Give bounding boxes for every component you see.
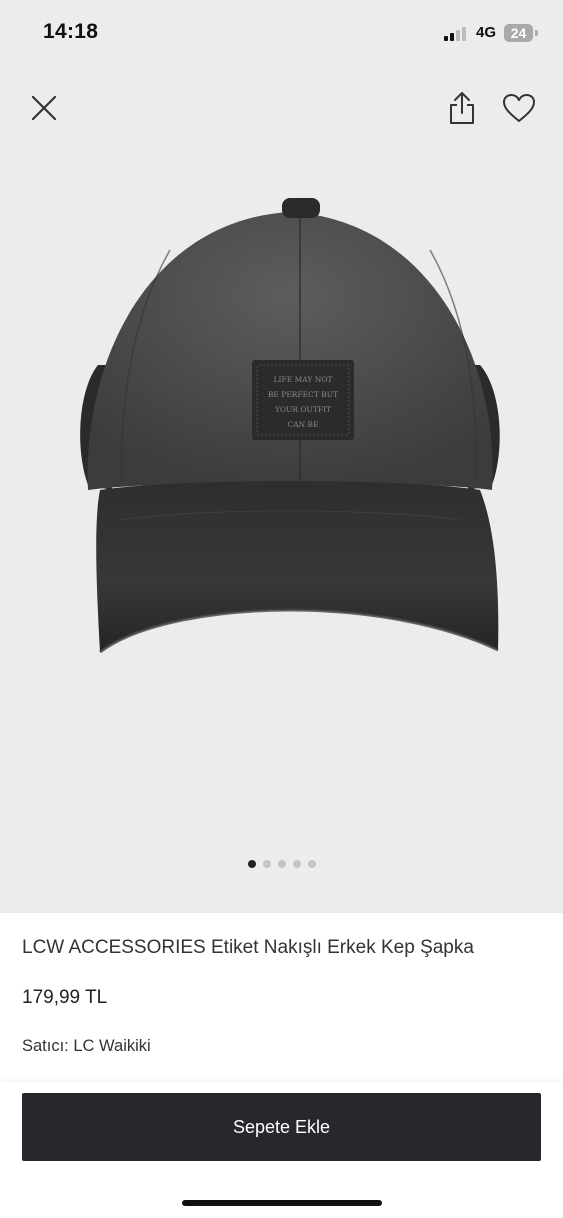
close-icon: [31, 95, 57, 121]
seller-name[interactable]: LC Waikiki: [73, 1037, 150, 1055]
share-icon: [450, 92, 474, 124]
cap-button: [282, 198, 320, 218]
product-title: LCW ACCESSORIES Etiket Nakışlı Erkek Kep…: [22, 937, 474, 958]
product-image[interactable]: LIFE MAY NOT BE PERFECT BUT YOUR OUTFIT …: [60, 190, 520, 680]
carousel-dot[interactable]: [277, 860, 286, 868]
home-indicator[interactable]: [182, 1200, 382, 1206]
add-to-cart-button[interactable]: Sepete Ekle: [22, 1093, 541, 1161]
heart-icon: [503, 94, 535, 122]
carousel-indicator: [0, 860, 563, 872]
battery-icon: 24: [504, 24, 533, 42]
carousel-dot[interactable]: [247, 860, 256, 868]
bottom-action-bar: Sepete Ekle: [0, 1082, 563, 1218]
svg-text:YOUR OUTFIT: YOUR OUTFIT: [274, 405, 331, 414]
svg-text:BE PERFECT BUT: BE PERFECT BUT: [268, 390, 338, 399]
seller-info: Satıcı: LC Waikiki: [22, 1037, 151, 1056]
product-image-gallery[interactable]: LIFE MAY NOT BE PERFECT BUT YOUR OUTFIT …: [0, 0, 563, 913]
battery-cap: [535, 30, 538, 36]
svg-text:CAN BE: CAN BE: [287, 420, 318, 429]
signal-icon: [444, 27, 470, 41]
carousel-dot[interactable]: [307, 860, 316, 868]
status-bar: 14:18 4G 24: [0, 0, 563, 70]
share-button[interactable]: [444, 88, 480, 128]
close-button[interactable]: [26, 90, 62, 126]
status-time: 14:18: [43, 20, 99, 43]
carousel-dot[interactable]: [292, 860, 301, 868]
favorite-button[interactable]: [500, 90, 538, 126]
carousel-dot[interactable]: [262, 860, 271, 868]
svg-text:LIFE MAY NOT: LIFE MAY NOT: [274, 375, 333, 384]
network-type: 4G: [476, 24, 497, 41]
seller-label: Satıcı:: [22, 1037, 69, 1055]
product-price: 179,99 TL: [22, 987, 108, 1008]
